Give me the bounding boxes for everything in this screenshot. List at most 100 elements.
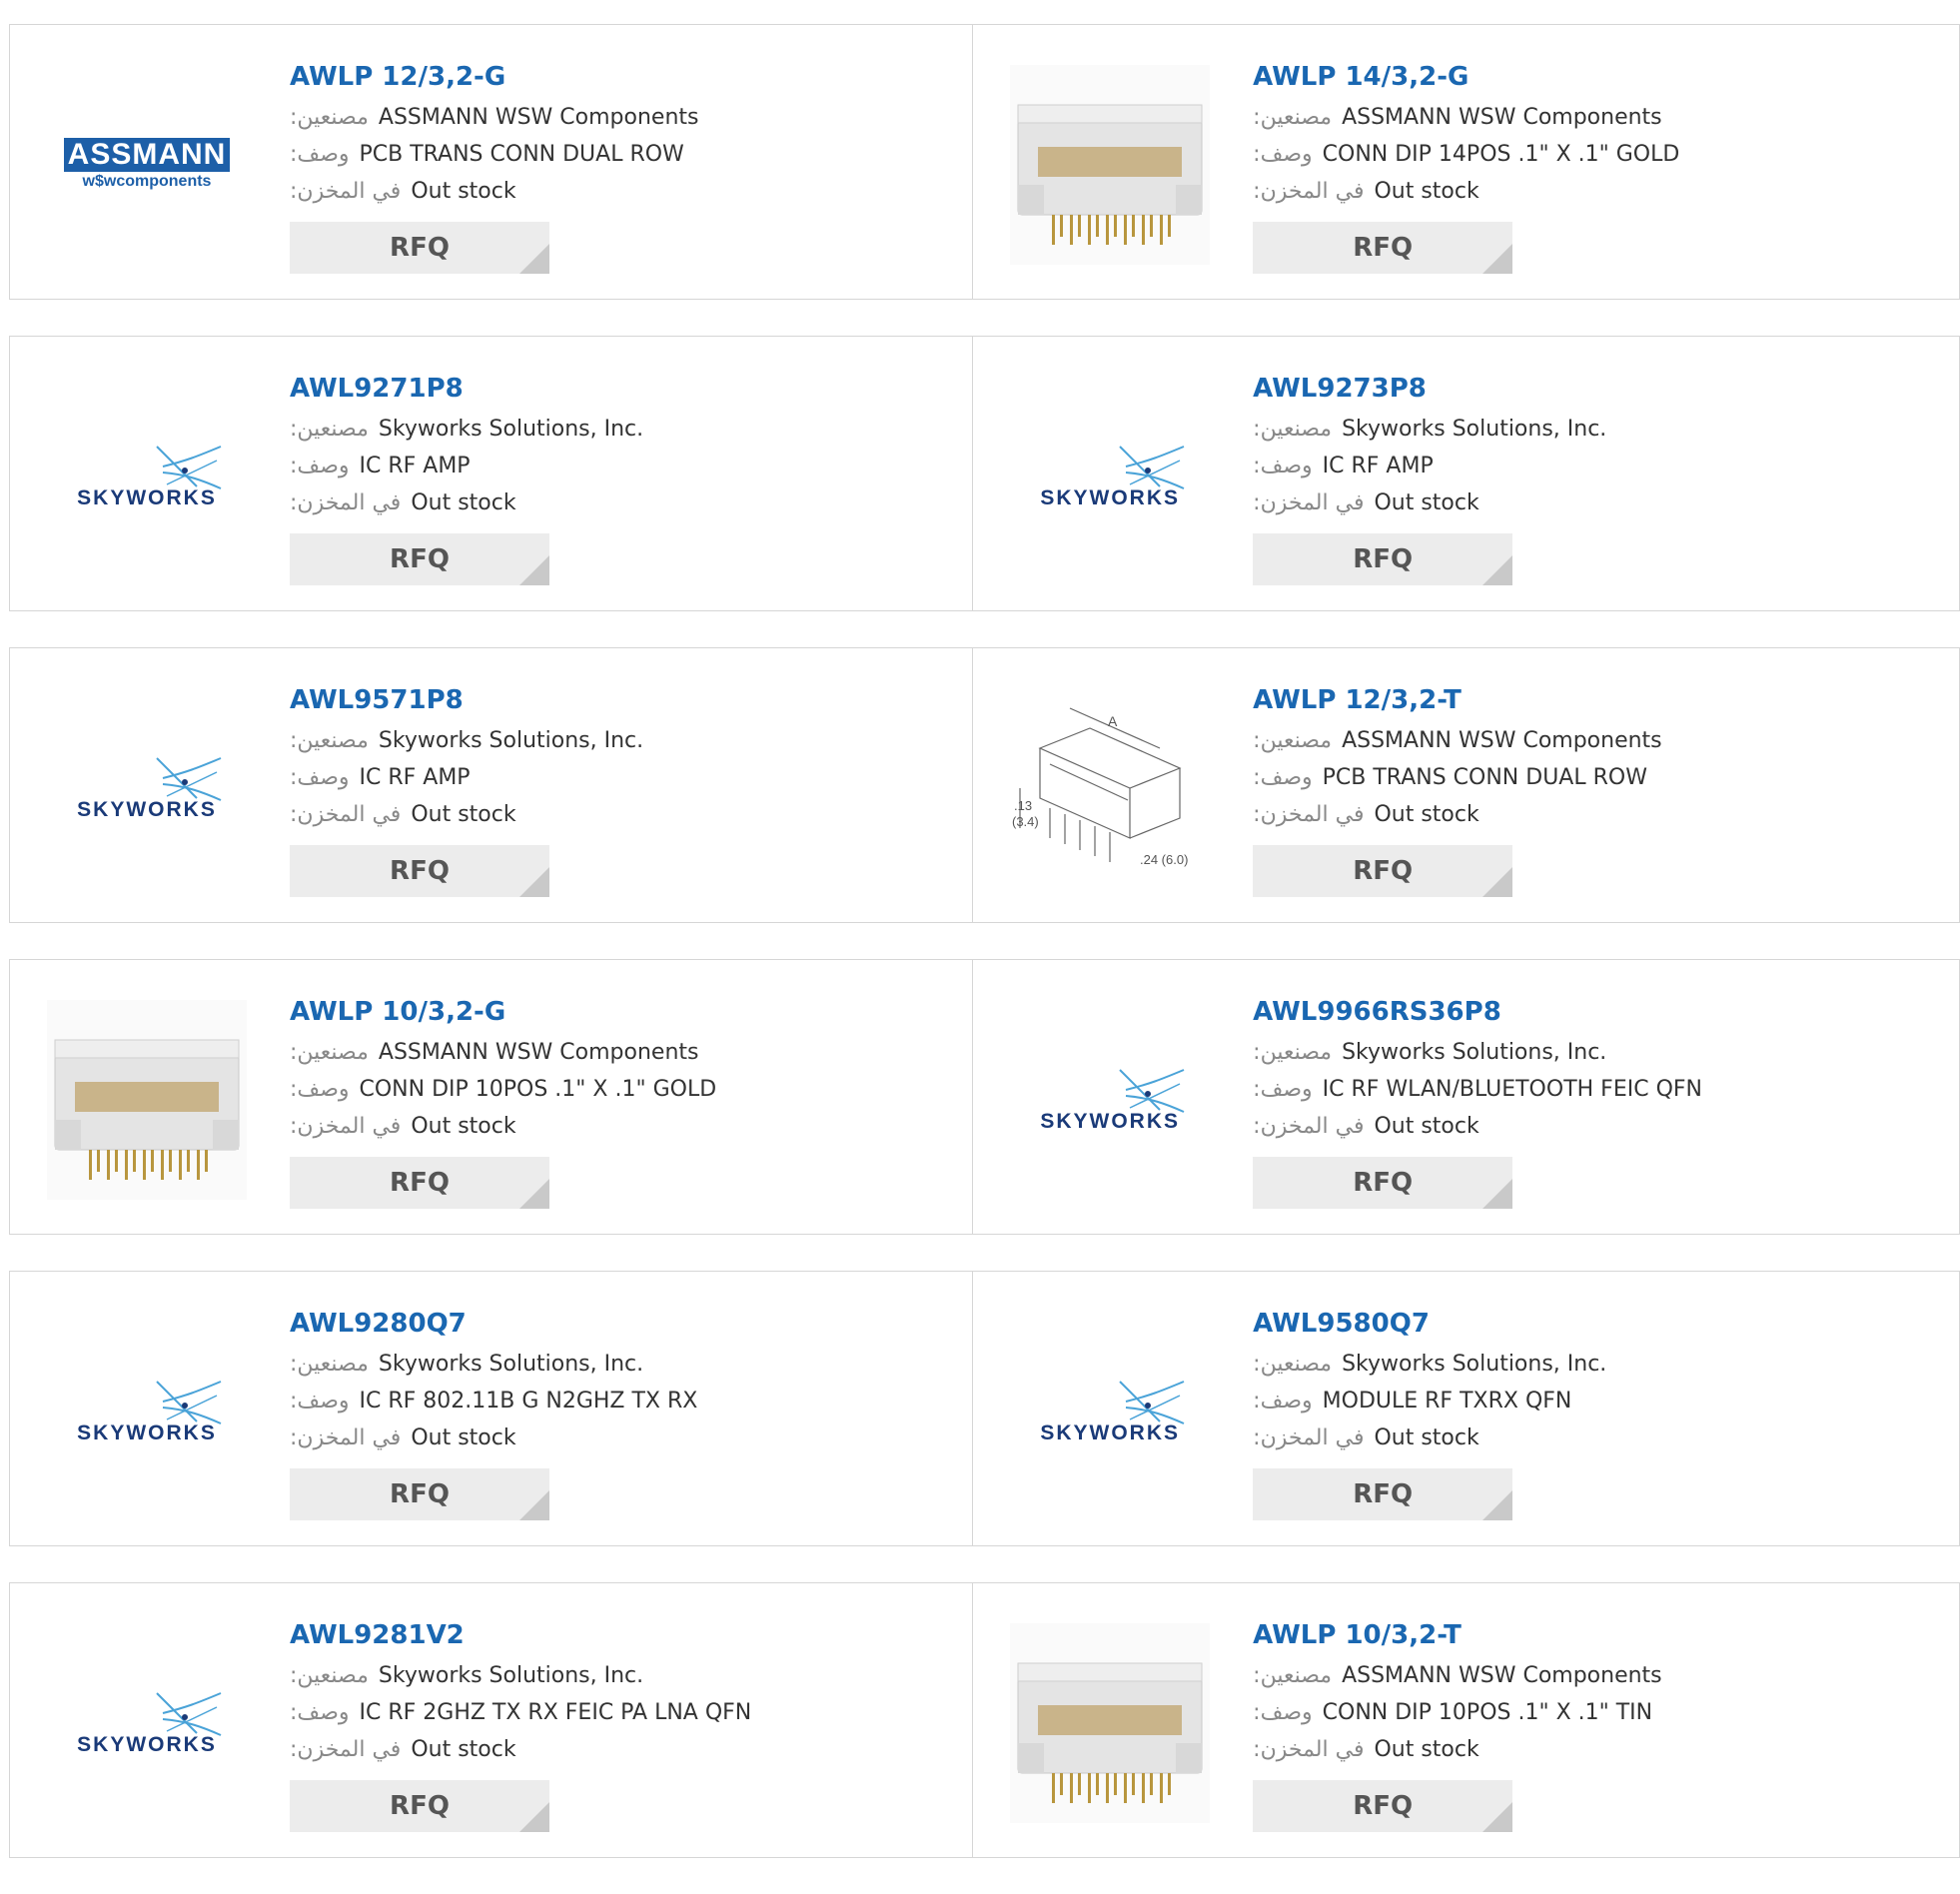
product-image[interactable] — [47, 1000, 247, 1200]
product-info: AWL9571P8 :مصنعين Skyworks Solutions, Inc… — [290, 678, 643, 897]
manufacturer-line: :مصنعين Skyworks Solutions, Inc. — [1253, 411, 1606, 448]
stock-value: Out stock — [1374, 1114, 1479, 1139]
stock-label: :في المخزن — [290, 179, 402, 204]
rfq-corner-decoration — [519, 244, 549, 274]
skyworks-star-icon — [1119, 1069, 1185, 1113]
manufacturer-label: :مصنعين — [1253, 105, 1333, 130]
part-number-link[interactable]: AWL9571P8 — [290, 678, 643, 722]
rfq-button[interactable]: RFQ — [1253, 1157, 1513, 1209]
description-value: IC RF AMP — [359, 765, 471, 790]
rfq-button[interactable]: RFQ — [1253, 1780, 1513, 1832]
part-number-link[interactable]: AWL9966RS36P8 — [1253, 990, 1702, 1034]
part-number-link[interactable]: AWL9273P8 — [1253, 367, 1606, 411]
rfq-button[interactable]: RFQ — [1253, 222, 1513, 274]
product-image[interactable]: SKYWORKS — [47, 377, 247, 576]
rfq-button[interactable]: RFQ — [290, 845, 549, 897]
part-number-link[interactable]: AWL9271P8 — [290, 367, 643, 411]
manufacturer-label: :مصنعين — [290, 728, 369, 753]
skyworks-logo: SKYWORKS — [67, 1378, 227, 1445]
manufacturer-value: Skyworks Solutions, Inc. — [378, 417, 644, 442]
rfq-label: RFQ — [390, 1168, 450, 1198]
part-number-link[interactable]: AWLP 12/3,2-G — [290, 55, 699, 99]
manufacturer-label: :مصنعين — [1253, 417, 1333, 442]
part-number-link[interactable]: AWLP 12/3,2-T — [1253, 678, 1662, 722]
product-grid: ASSMANN w$wcomponents AWLP 12/3,2-G :مصنع… — [9, 24, 1960, 1894]
product-card: AWLP 10/3,2-T :مصنعين ASSMANN WSW Compone… — [973, 1582, 1960, 1858]
product-card: SKYWORKS AWL9280Q7 :مصنعين Skyworks Solut… — [9, 1271, 974, 1546]
stock-line: :في المخزن Out stock — [290, 1420, 697, 1456]
description-line: :وصف MODULE RF TXRX QFN — [1253, 1383, 1606, 1420]
description-label: :وصف — [1253, 142, 1313, 167]
rfq-button[interactable]: RFQ — [1253, 533, 1513, 585]
product-card: SKYWORKS AWL9571P8 :مصنعين Skyworks Solut… — [9, 647, 974, 923]
description-label: :وصف — [290, 1389, 350, 1414]
manufacturer-value: ASSMANN WSW Components — [1342, 105, 1662, 130]
product-image[interactable]: SKYWORKS — [1010, 1312, 1210, 1511]
product-image[interactable]: A .13 (3.4) .24 (6.0) — [1010, 688, 1210, 888]
part-number-link[interactable]: AWL9281V2 — [290, 1613, 751, 1657]
manufacturer-value: Skyworks Solutions, Inc. — [1342, 417, 1607, 442]
manufacturer-line: :مصنعين ASSMANN WSW Components — [1253, 1657, 1662, 1694]
description-label: :وصف — [1253, 1700, 1313, 1725]
rfq-button[interactable]: RFQ — [1253, 1468, 1513, 1520]
skyworks-star-icon — [1119, 446, 1185, 489]
product-info: AWL9580Q7 :مصنعين Skyworks Solutions, Inc… — [1253, 1302, 1606, 1520]
part-number-link[interactable]: AWLP 14/3,2-G — [1253, 55, 1679, 99]
rfq-label: RFQ — [1353, 1791, 1414, 1821]
stock-value: Out stock — [1374, 1737, 1479, 1762]
description-line: :وصف IC RF 802.11B G N2GHZ TX RX — [290, 1383, 697, 1420]
manufacturer-label: :مصنعين — [290, 1352, 369, 1377]
rfq-label: RFQ — [1353, 1168, 1414, 1198]
product-card: SKYWORKS AWL9281V2 :مصنعين Skyworks Solut… — [9, 1582, 974, 1858]
skyworks-logo-wordmark: SKYWORKS — [77, 1421, 217, 1444]
manufacturer-value: Skyworks Solutions, Inc. — [378, 1663, 644, 1688]
manufacturer-value: Skyworks Solutions, Inc. — [378, 728, 644, 753]
description-line: :وصف PCB TRANS CONN DUAL ROW — [1253, 759, 1662, 796]
rfq-button[interactable]: RFQ — [290, 222, 549, 274]
rfq-corner-decoration — [1482, 1179, 1513, 1209]
rfq-button[interactable]: RFQ — [290, 533, 549, 585]
description-value: CONN DIP 10POS .1" X .1" GOLD — [359, 1077, 717, 1102]
manufacturer-line: :مصنعين Skyworks Solutions, Inc. — [290, 722, 643, 759]
product-image[interactable]: SKYWORKS — [1010, 1000, 1210, 1200]
manufacturer-label: :مصنعين — [290, 105, 369, 130]
product-info: AWLP 14/3,2-G :مصنعين ASSMANN WSW Compone… — [1253, 55, 1679, 274]
skyworks-logo: SKYWORKS — [1030, 443, 1190, 510]
description-value: IC RF AMP — [1322, 454, 1434, 478]
product-image[interactable]: SKYWORKS — [47, 1312, 247, 1511]
stock-line: :في المخزن Out stock — [1253, 1731, 1662, 1768]
stock-label: :في المخزن — [1253, 490, 1365, 515]
rfq-button[interactable]: RFQ — [290, 1468, 549, 1520]
rfq-button[interactable]: RFQ — [290, 1780, 549, 1832]
product-row: SKYWORKS AWL9571P8 :مصنعين Skyworks Solut… — [9, 647, 1960, 923]
part-number-link[interactable]: AWLP 10/3,2-G — [290, 990, 716, 1034]
rfq-label: RFQ — [390, 233, 450, 263]
stock-value: Out stock — [1374, 179, 1479, 204]
stock-line: :في المخزن Out stock — [1253, 173, 1679, 210]
rfq-button[interactable]: RFQ — [290, 1157, 549, 1209]
product-image[interactable]: SKYWORKS — [47, 688, 247, 888]
product-image[interactable]: ASSMANN w$wcomponents — [47, 65, 247, 265]
product-card: ASSMANN w$wcomponents AWLP 12/3,2-G :مصنع… — [9, 24, 974, 300]
description-value: IC RF AMP — [359, 454, 471, 478]
stock-value: Out stock — [411, 1737, 516, 1762]
stock-label: :في المخزن — [290, 1114, 402, 1139]
manufacturer-value: ASSMANN WSW Components — [378, 105, 699, 130]
product-info: AWLP 10/3,2-G :مصنعين ASSMANN WSW Compone… — [290, 990, 716, 1209]
product-image[interactable] — [1010, 1623, 1211, 1823]
description-label: :وصف — [290, 454, 350, 478]
rfq-corner-decoration — [1482, 867, 1513, 897]
rfq-button[interactable]: RFQ — [1253, 845, 1513, 897]
connector-drawing-icon: A .13(3.4) .24 (6.0) — [1012, 707, 1189, 867]
part-number-link[interactable]: AWL9280Q7 — [290, 1302, 697, 1346]
manufacturer-line: :مصنعين Skyworks Solutions, Inc. — [290, 1346, 697, 1383]
part-number-link[interactable]: AWL9580Q7 — [1253, 1302, 1606, 1346]
product-image[interactable]: SKYWORKS — [1010, 377, 1210, 576]
skyworks-logo-wordmark: SKYWORKS — [1040, 1421, 1180, 1444]
product-image[interactable]: SKYWORKS — [47, 1623, 247, 1823]
manufacturer-value: ASSMANN WSW Components — [1342, 728, 1662, 753]
product-image[interactable] — [1010, 65, 1211, 265]
part-number-link[interactable]: AWLP 10/3,2-T — [1253, 1613, 1662, 1657]
skyworks-logo-wordmark: SKYWORKS — [77, 798, 217, 821]
assmann-logo-subtitle: w$wcomponents — [82, 173, 212, 190]
